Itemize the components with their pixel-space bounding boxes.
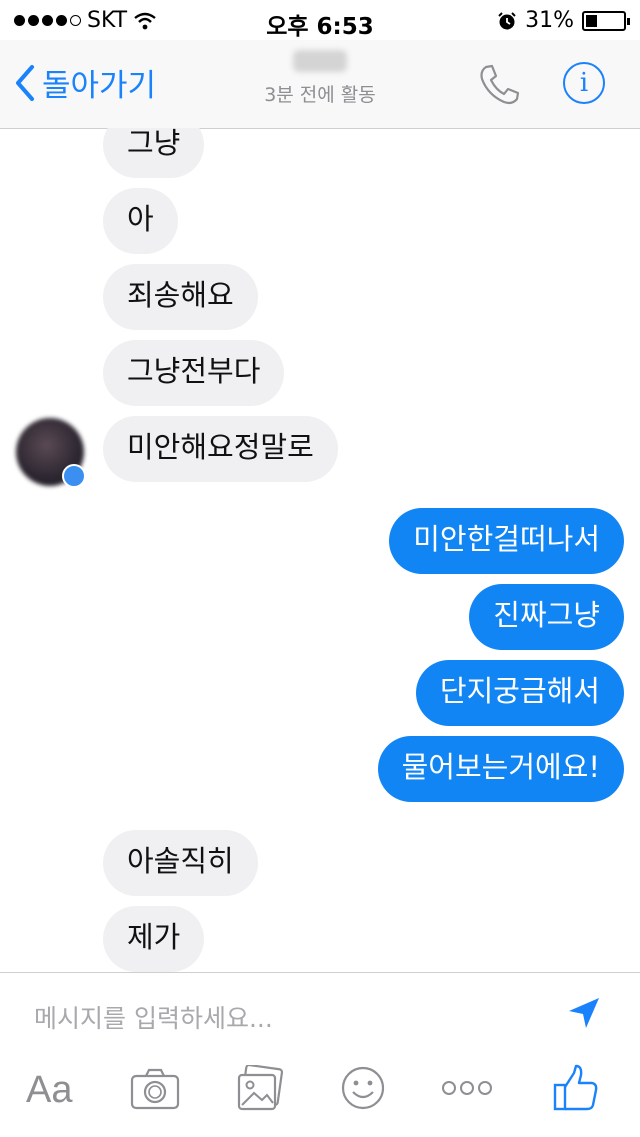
message-bubble-incoming[interactable]: 미안해요정말로 bbox=[103, 416, 338, 482]
like-icon[interactable] bbox=[552, 1063, 600, 1113]
phone-icon[interactable] bbox=[476, 62, 522, 108]
message-bubble-incoming[interactable]: 그냥 bbox=[103, 128, 205, 178]
contact-name-blurred bbox=[293, 50, 347, 72]
camera-icon[interactable] bbox=[130, 1067, 180, 1111]
composer-toolbar: Aa bbox=[0, 1063, 640, 1125]
active-status: 3분 전에 활동 bbox=[264, 84, 376, 106]
message-input[interactable]: 메시지를 입력하세요... bbox=[34, 999, 273, 1035]
battery-icon bbox=[582, 10, 630, 31]
send-icon[interactable] bbox=[566, 995, 602, 1031]
status-right: 31% bbox=[497, 8, 630, 33]
more-icon[interactable] bbox=[440, 1079, 494, 1097]
messenger-badge-icon bbox=[62, 464, 86, 488]
message-list: 그냥 아 죄송해요 그냥전부다 미안해요정말로 미안한걸떠나서 진짜그냥 단지궁… bbox=[0, 128, 640, 972]
message-bubble-outgoing[interactable]: 물어보는거에요! bbox=[377, 736, 624, 802]
message-bubble-outgoing[interactable]: 진짜그냥 bbox=[469, 584, 624, 650]
nav-bar: 돌아가기 3분 전에 활동 i bbox=[0, 40, 640, 129]
alarm-icon bbox=[498, 11, 516, 29]
message-bubble-incoming[interactable]: 죄송해요 bbox=[103, 264, 258, 330]
message-bubble-outgoing[interactable]: 미안한걸떠나서 bbox=[389, 508, 624, 574]
text-format-button[interactable]: Aa bbox=[26, 1069, 72, 1112]
info-icon[interactable]: i bbox=[563, 62, 605, 104]
message-bubble-incoming[interactable]: 제가 bbox=[103, 906, 205, 972]
message-bubble-incoming[interactable]: 아솔직히 bbox=[103, 830, 258, 896]
status-bar: SKT 오후 6:53 31% bbox=[0, 0, 640, 40]
message-bubble-incoming[interactable]: 그냥전부다 bbox=[103, 340, 285, 406]
composer: 메시지를 입력하세요... Aa bbox=[0, 972, 640, 1137]
conversation-title[interactable]: 3분 전에 활동 bbox=[0, 50, 640, 107]
message-bubble-outgoing[interactable]: 단지궁금해서 bbox=[415, 660, 624, 726]
photo-icon[interactable] bbox=[236, 1065, 284, 1113]
battery-percent: 31% bbox=[525, 8, 574, 33]
message-bubble-incoming[interactable]: 아 bbox=[103, 188, 178, 254]
sticker-icon[interactable] bbox=[340, 1065, 386, 1111]
